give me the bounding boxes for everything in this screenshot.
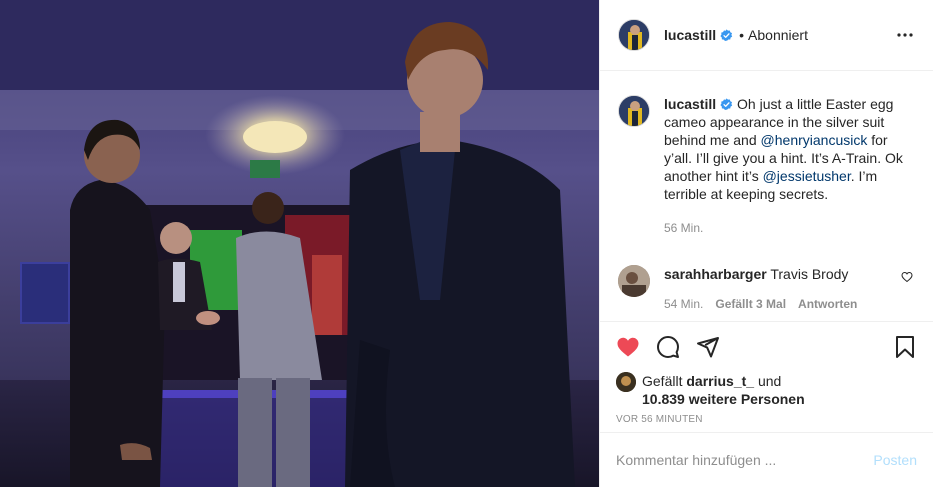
post-photo <box>0 0 599 487</box>
post-timestamp[interactable]: VOR 56 MINUTEN <box>616 414 917 425</box>
commenter-avatar[interactable] <box>618 265 650 297</box>
comment-button[interactable] <box>656 327 696 367</box>
heart-filled-icon <box>617 337 639 357</box>
likes-count[interactable]: 10.839 weitere Personen <box>642 391 805 407</box>
post-image[interactable] <box>0 0 599 487</box>
verified-badge-icon <box>720 28 733 41</box>
mention-link[interactable]: @jessietusher <box>763 168 851 184</box>
liker-avatar[interactable] <box>616 372 636 392</box>
comment-icon <box>657 336 679 358</box>
post-header: lucastill • Abonniert <box>600 0 933 71</box>
share-button[interactable] <box>696 327 736 367</box>
like-button[interactable] <box>616 327 656 367</box>
ellipsis-icon <box>897 33 913 37</box>
save-button[interactable] <box>877 327 917 367</box>
comment-likes[interactable]: Gefällt 3 Mal <box>715 295 786 313</box>
post-actions: Gefällt darrius_t_ und 10.839 weitere Pe… <box>600 321 933 425</box>
header-separator: • <box>739 27 745 43</box>
mention-link[interactable]: @henryiancusick <box>761 132 868 148</box>
comment-input[interactable] <box>616 452 874 468</box>
post-sidebar: lucastill • Abonniert lucastill Oh just … <box>599 0 933 487</box>
action-icons <box>616 322 917 372</box>
caption: lucastill Oh just a little Easter egg ca… <box>618 95 917 237</box>
more-options-button[interactable] <box>893 23 917 47</box>
likes-prefix: Gefällt <box>642 373 687 389</box>
comment-username[interactable]: sarahharbarger <box>664 266 767 282</box>
likes-middle: und <box>754 373 782 389</box>
bookmark-icon <box>896 336 914 358</box>
caption-time[interactable]: 56 Min. <box>664 219 914 237</box>
reply-button[interactable]: Antworten <box>798 295 857 313</box>
verified-badge-icon <box>720 98 733 111</box>
post-comment-button[interactable]: Posten <box>873 452 917 468</box>
likes-summary: Gefällt darrius_t_ und 10.839 weitere Pe… <box>616 372 917 408</box>
likes-text[interactable]: Gefällt darrius_t_ und 10.839 weitere Pe… <box>642 372 832 408</box>
follow-status[interactable]: Abonniert <box>748 27 808 43</box>
paper-plane-icon <box>697 337 719 358</box>
comment-meta: 54 Min. Gefällt 3 Mal Antworten <box>664 295 917 313</box>
author-username[interactable]: lucastill <box>664 27 716 43</box>
comment-text: Travis Brody <box>770 266 849 282</box>
caption-username[interactable]: lucastill <box>664 96 716 112</box>
caption-body: lucastill Oh just a little Easter egg ca… <box>664 95 914 237</box>
comment-body: sarahharbarger Travis Brody 54 Min. Gefä… <box>664 265 917 313</box>
liker-username[interactable]: darrius_t_ <box>686 373 754 389</box>
comment: sarahharbarger Travis Brody 54 Min. Gefä… <box>618 265 917 313</box>
comment-time[interactable]: 54 Min. <box>664 295 703 313</box>
comment-like-heart-icon[interactable] <box>901 271 913 283</box>
author-avatar[interactable] <box>618 19 650 51</box>
caption-avatar[interactable] <box>618 95 650 127</box>
add-comment-bar: Posten <box>600 432 933 487</box>
instagram-post: lucastill • Abonniert lucastill Oh just … <box>0 0 933 487</box>
comments-section: lucastill Oh just a little Easter egg ca… <box>600 71 933 321</box>
